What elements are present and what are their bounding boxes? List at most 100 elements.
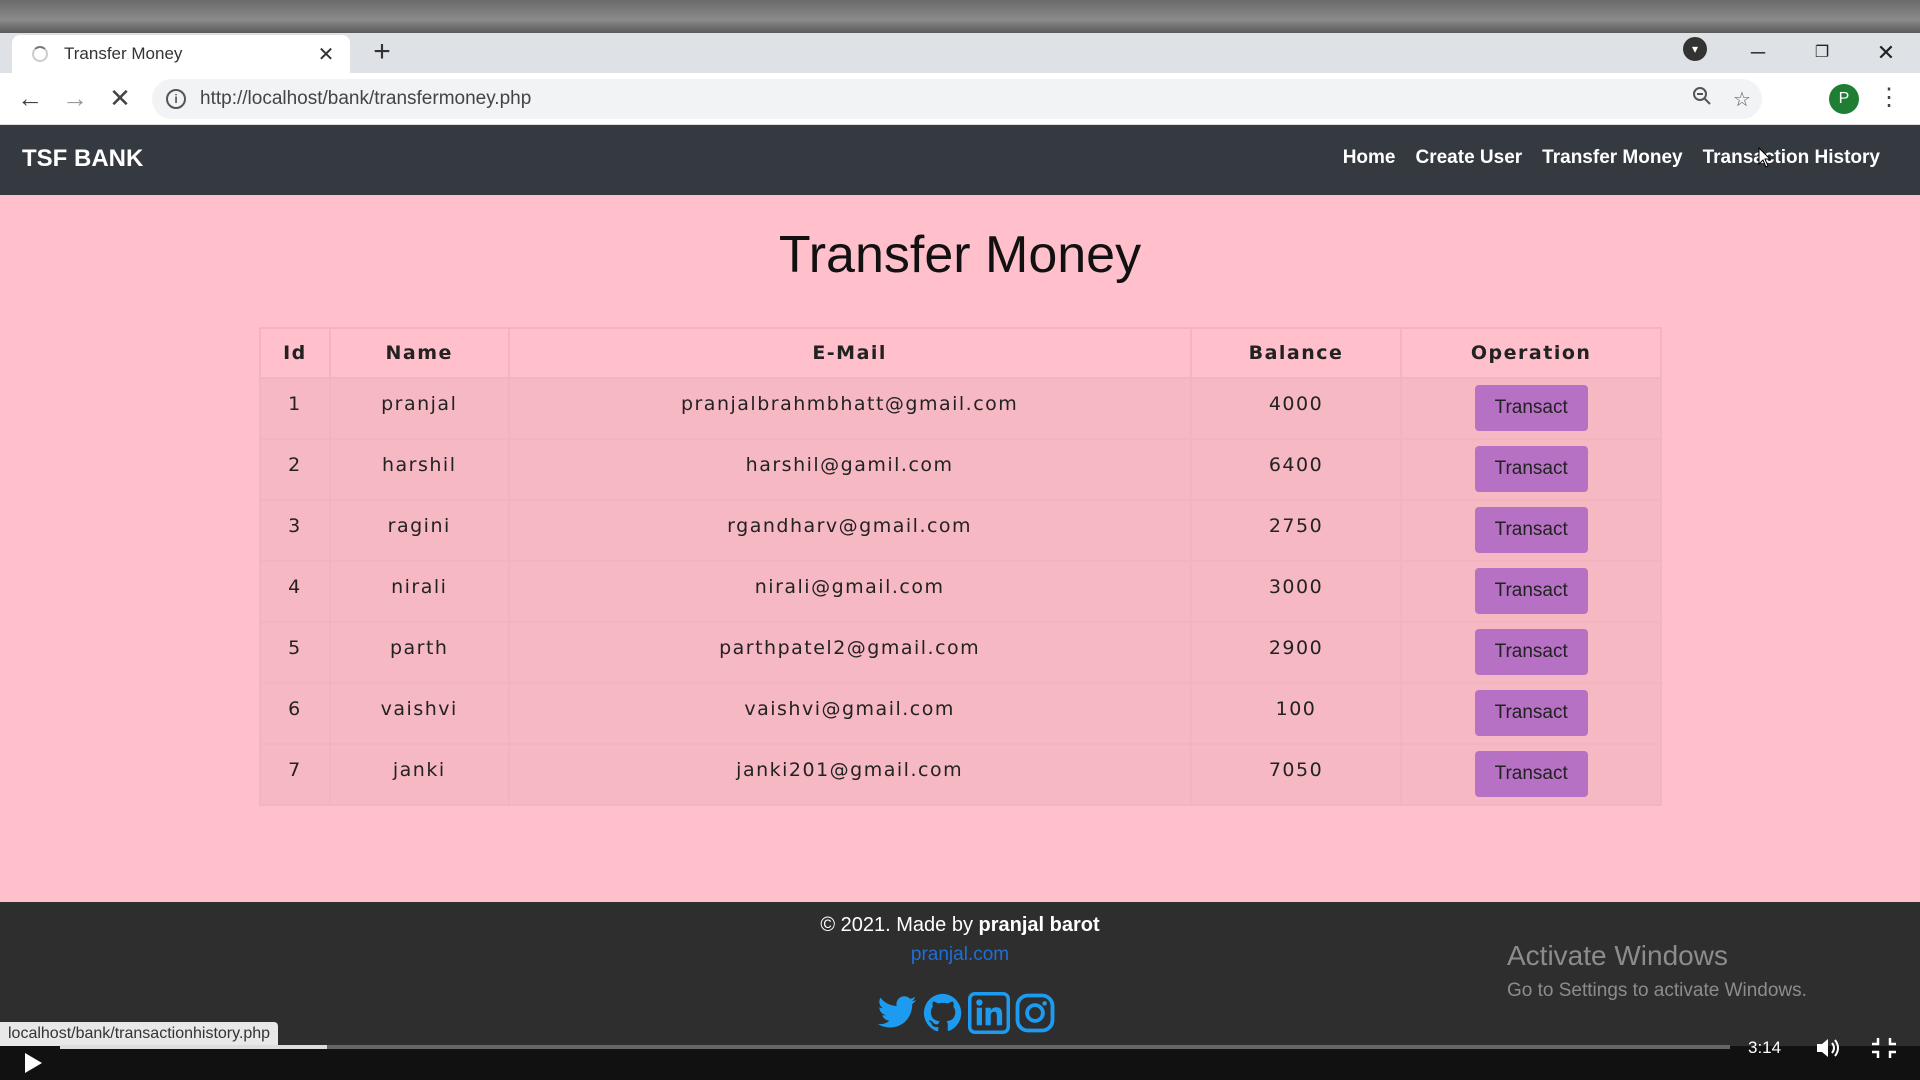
transact-button[interactable]: Transact <box>1474 446 1588 492</box>
main-content: Transfer Money Id Name E-Mail Balance Op… <box>0 195 1920 902</box>
page-title: Transfer Money <box>778 226 1142 284</box>
window-close-icon[interactable]: ✕ <box>1856 33 1916 73</box>
video-time: 3:14 <box>1748 1038 1782 1057</box>
author-name: pranjal barot <box>978 914 1100 936</box>
site-navbar: TSF BANK Home Create User Transfer Money… <box>0 125 1920 195</box>
col-id-header: Id <box>259 327 331 379</box>
browser-tab[interactable]: Transfer Money ✕ <box>12 35 350 73</box>
tab-close-icon[interactable]: ✕ <box>314 42 338 67</box>
col-name-header: Name <box>328 327 510 379</box>
new-tab-button[interactable]: + <box>366 37 398 69</box>
nav-links: Home Create User Transfer Money Transact… <box>1333 147 1890 169</box>
cell-id: 2 <box>259 438 331 501</box>
browser-tab-bar: Transfer Money ✕ + ▾ ─ ❐ ✕ <box>0 33 1920 73</box>
footer-copyright: © 2021. Made by pranjal barot <box>0 914 1920 937</box>
table-row: 4 nirali nirali@gmail.com 3000 Transact <box>259 560 1662 623</box>
browser-menu-icon[interactable]: ⋮ <box>1877 83 1901 115</box>
cell-id: 5 <box>259 621 331 684</box>
video-progress-fill <box>60 1045 328 1049</box>
table-row: 7 janki janki201@gmail.com 7050 Transact <box>259 743 1662 806</box>
profile-avatar[interactable]: P <box>1829 84 1859 114</box>
col-balance-header: Balance <box>1189 327 1403 379</box>
cell-balance: 6400 <box>1189 438 1403 501</box>
cell-operation: Transact <box>1400 682 1662 745</box>
minimize-icon[interactable]: ─ <box>1728 33 1788 73</box>
cell-id: 4 <box>259 560 331 623</box>
transact-button[interactable]: Transact <box>1474 385 1588 431</box>
video-top-strip <box>0 0 1920 33</box>
cell-name: pranjal <box>328 377 510 440</box>
transact-button[interactable]: Transact <box>1474 690 1588 736</box>
cell-operation: Transact <box>1400 377 1662 440</box>
cell-name: harshil <box>328 438 510 501</box>
volume-icon[interactable] <box>1815 1036 1843 1060</box>
transact-button[interactable]: Transact <box>1474 751 1588 797</box>
cell-operation: Transact <box>1400 560 1662 623</box>
forward-arrow-icon[interactable]: → <box>59 83 91 115</box>
table-header-row: Id Name E-Mail Balance Operation <box>259 327 1662 379</box>
instagram-icon[interactable] <box>1014 992 1056 1034</box>
cell-email: pranjalbrahmbhatt@gmail.com <box>507 377 1192 440</box>
nav-home[interactable]: Home <box>1333 147 1406 169</box>
transact-button[interactable]: Transact <box>1474 568 1588 614</box>
cell-email: harshil@gamil.com <box>507 438 1192 501</box>
nav-transfer-money[interactable]: Transfer Money <box>1532 147 1692 169</box>
table-row: 1 pranjal pranjalbrahmbhatt@gmail.com 40… <box>259 377 1662 440</box>
cell-name: ragini <box>328 499 510 562</box>
loading-spinner-icon <box>32 46 48 62</box>
cell-id: 7 <box>259 743 331 806</box>
transact-button[interactable]: Transact <box>1474 629 1588 675</box>
cell-balance: 4000 <box>1189 377 1403 440</box>
social-icons <box>876 992 1056 1034</box>
cell-id: 1 <box>259 377 331 440</box>
url-text[interactable]: http://localhost/bank/transfermoney.php <box>200 88 1682 110</box>
video-control-bar <box>0 1046 1920 1080</box>
cell-email: nirali@gmail.com <box>507 560 1192 623</box>
cell-balance: 7050 <box>1189 743 1403 806</box>
play-icon[interactable] <box>20 1050 46 1076</box>
back-arrow-icon[interactable]: ← <box>14 83 46 115</box>
bookmark-star-icon[interactable]: ☆ <box>1722 87 1762 112</box>
col-operation-header: Operation <box>1400 327 1662 379</box>
table-row: 3 ragini rgandharv@gmail.com 2750 Transa… <box>259 499 1662 562</box>
stop-loading-icon[interactable]: ✕ <box>104 83 136 115</box>
tab-title: Transfer Money <box>64 44 183 63</box>
fullscreen-exit-icon[interactable] <box>1870 1036 1898 1060</box>
cell-balance: 3000 <box>1189 560 1403 623</box>
cell-operation: Transact <box>1400 621 1662 684</box>
cell-name: nirali <box>328 560 510 623</box>
cell-balance: 2900 <box>1189 621 1403 684</box>
activate-windows-watermark: Activate Windows Go to Settings to activ… <box>1507 940 1807 1002</box>
info-icon[interactable]: i <box>166 89 186 109</box>
video-progress-bar[interactable] <box>60 1045 1730 1049</box>
brand-logo[interactable]: TSF BANK <box>22 145 143 173</box>
table-row: 2 harshil harshil@gamil.com 6400 Transac… <box>259 438 1662 501</box>
cell-email: vaishvi@gmail.com <box>507 682 1192 745</box>
transact-button[interactable]: Transact <box>1474 507 1588 553</box>
twitter-icon[interactable] <box>876 992 918 1034</box>
cell-balance: 2750 <box>1189 499 1403 562</box>
cell-name: parth <box>328 621 510 684</box>
table-row: 6 vaishvi vaishvi@gmail.com 100 Transact <box>259 682 1662 745</box>
tab-search-icon[interactable]: ▾ <box>1683 37 1707 61</box>
browser-toolbar: ← → ✕ i http://localhost/bank/transfermo… <box>0 73 1920 125</box>
github-icon[interactable] <box>922 992 964 1034</box>
zoom-icon[interactable] <box>1682 86 1722 112</box>
cell-name: vaishvi <box>328 682 510 745</box>
cell-id: 3 <box>259 499 331 562</box>
table-row: 5 parth parthpatel2@gmail.com 2900 Trans… <box>259 621 1662 684</box>
address-bar[interactable]: i http://localhost/bank/transfermoney.ph… <box>152 79 1762 119</box>
cell-operation: Transact <box>1400 499 1662 562</box>
cell-email: rgandharv@gmail.com <box>507 499 1192 562</box>
cell-email: parthpatel2@gmail.com <box>507 621 1192 684</box>
cell-operation: Transact <box>1400 438 1662 501</box>
activate-subtitle: Go to Settings to activate Windows. <box>1507 980 1807 1001</box>
col-email-header: E-Mail <box>507 327 1192 379</box>
nav-transaction-history[interactable]: Transaction History <box>1693 147 1890 169</box>
restore-icon[interactable]: ❐ <box>1792 33 1852 73</box>
cell-balance: 100 <box>1189 682 1403 745</box>
copyright-prefix: © 2021. Made by <box>820 914 979 936</box>
nav-create-user[interactable]: Create User <box>1406 147 1533 169</box>
cell-email: janki201@gmail.com <box>507 743 1192 806</box>
linkedin-icon[interactable] <box>968 992 1010 1034</box>
